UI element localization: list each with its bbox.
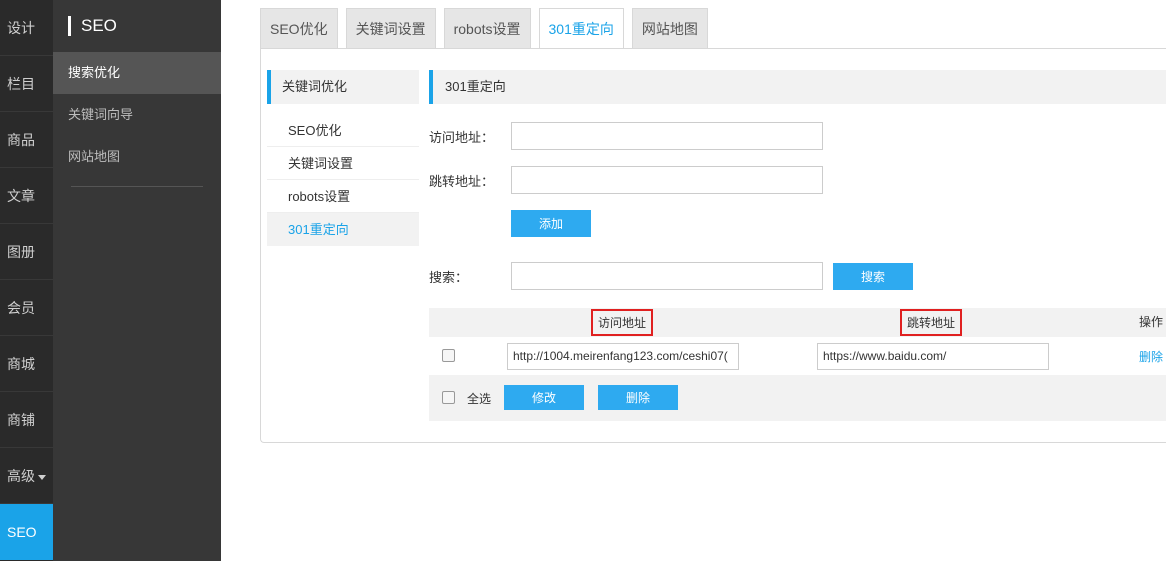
rail-label: SEO xyxy=(7,524,37,540)
rail-item-mall[interactable]: 商城 xyxy=(0,336,53,392)
redirect-content: 301重定向 访问地址： 跳转地址： 添加 搜索： 搜索 访问地址 跳转地址 操… xyxy=(429,70,1166,421)
sidebar-item-keyword-wizard[interactable]: 关键词向导 xyxy=(53,94,221,136)
select-all-label: 全选 xyxy=(467,392,492,406)
table-header: 访问地址 跳转地址 操作 xyxy=(429,308,1166,337)
caret-down-icon xyxy=(38,474,46,480)
rail-item-columns[interactable]: 栏目 xyxy=(0,56,53,112)
search-button[interactable]: 搜索 xyxy=(833,262,913,290)
sub-nav-item-301[interactable]: 301重定向 xyxy=(267,213,419,246)
main-content: SEO优化 关键词设置 robots设置 301重定向 网站地图 关键词优化 S… xyxy=(221,0,1166,561)
tab-robots-settings[interactable]: robots设置 xyxy=(443,8,531,48)
rail-label: 商品 xyxy=(7,132,35,148)
add-button[interactable]: 添加 xyxy=(511,210,591,237)
row-jump-url[interactable]: https://www.baidu.com/ xyxy=(817,343,1049,370)
sub-nav-title: 关键词优化 xyxy=(267,70,419,104)
jump-url-label: 跳转地址： xyxy=(429,173,495,189)
add-row: 添加 xyxy=(511,210,591,237)
jump-url-input[interactable] xyxy=(511,166,823,194)
rail-label: 会员 xyxy=(7,300,35,316)
row-visit-url[interactable]: http://1004.meirenfang123.com/ceshi07( xyxy=(507,343,739,370)
rail-item-members[interactable]: 会员 xyxy=(0,280,53,336)
rail-label: 商城 xyxy=(7,356,35,372)
tab-301-redirect[interactable]: 301重定向 xyxy=(538,8,624,49)
rail-label: 文章 xyxy=(7,188,35,204)
select-all-checkbox[interactable] xyxy=(442,391,455,404)
sidebar-item-search-optimization[interactable]: 搜索优化 xyxy=(53,52,221,94)
delete-button[interactable]: 删除 xyxy=(598,385,678,410)
sub-nav-item-seo[interactable]: SEO优化 xyxy=(267,114,419,147)
col-header-jump: 跳转地址 xyxy=(900,309,963,336)
col-header-action: 操作 xyxy=(1138,315,1163,329)
visit-url-label: 访问地址： xyxy=(429,129,495,145)
visit-url-row: 访问地址： xyxy=(429,122,823,150)
search-label: 搜索： xyxy=(429,269,469,285)
sub-nav: 关键词优化 SEO优化 关键词设置 robots设置 301重定向 xyxy=(267,70,419,246)
tab-bar: SEO优化 关键词设置 robots设置 301重定向 网站地图 xyxy=(260,8,716,49)
rail-item-advanced[interactable]: 高级 xyxy=(0,448,53,504)
sidebar-item-sitemap[interactable]: 网站地图 xyxy=(53,136,221,178)
rail-label: 商铺 xyxy=(7,412,35,428)
rail-item-design[interactable]: 设计 xyxy=(0,0,53,56)
row-delete-link[interactable]: 删除 xyxy=(1139,348,1163,365)
rail-label: 高级 xyxy=(7,468,35,484)
rail-item-articles[interactable]: 文章 xyxy=(0,168,53,224)
jump-url-row: 跳转地址： xyxy=(429,166,823,194)
tab-sitemap[interactable]: 网站地图 xyxy=(631,8,708,48)
edit-button[interactable]: 修改 xyxy=(504,385,584,410)
table-footer: 全选 修改 删除 xyxy=(429,375,1166,421)
rail-label: 设计 xyxy=(7,20,35,36)
main-nav-rail: 设计 栏目 商品 文章 图册 会员 商城 商铺 高级 SEO xyxy=(0,0,53,561)
title-bar-decoration xyxy=(68,16,71,36)
row-checkbox[interactable] xyxy=(442,349,455,362)
sub-nav-spacer xyxy=(267,104,419,114)
visit-url-input[interactable] xyxy=(511,122,823,150)
rail-item-products[interactable]: 商品 xyxy=(0,112,53,168)
sub-nav-item-keywords[interactable]: 关键词设置 xyxy=(267,147,419,180)
table-row: http://1004.meirenfang123.com/ceshi07( h… xyxy=(429,337,1166,375)
sidebar-header: SEO xyxy=(53,0,221,52)
rail-item-albums[interactable]: 图册 xyxy=(0,224,53,280)
seo-sidebar: SEO 搜索优化 关键词向导 网站地图 xyxy=(53,0,221,561)
rail-label: 图册 xyxy=(7,244,35,260)
search-row: 搜索： 搜索 xyxy=(429,262,913,290)
sidebar-title: SEO xyxy=(81,16,117,35)
tab-keyword-settings[interactable]: 关键词设置 xyxy=(345,8,436,48)
tab-panel: 关键词优化 SEO优化 关键词设置 robots设置 301重定向 301重定向… xyxy=(260,48,1166,443)
sidebar-divider xyxy=(71,186,203,187)
section-title: 301重定向 xyxy=(429,70,1166,104)
tab-seo-optimization[interactable]: SEO优化 xyxy=(260,8,338,48)
rail-item-seo[interactable]: SEO xyxy=(0,504,53,560)
rail-item-shops[interactable]: 商铺 xyxy=(0,392,53,448)
search-input[interactable] xyxy=(511,262,823,290)
rail-label: 栏目 xyxy=(7,76,35,92)
sub-nav-item-robots[interactable]: robots设置 xyxy=(267,180,419,213)
col-header-visit: 访问地址 xyxy=(591,309,654,336)
